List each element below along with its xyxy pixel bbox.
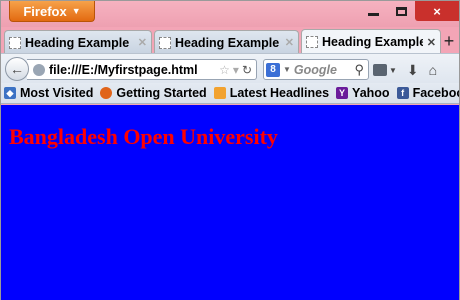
- page-content: Bangladesh Open University: [1, 105, 459, 300]
- tab-heading-example-3[interactable]: Heading Example ✕: [301, 29, 441, 54]
- close-icon[interactable]: ✕: [138, 36, 147, 49]
- search-engine-icon[interactable]: 8: [266, 62, 280, 77]
- maximize-icon: [395, 6, 407, 16]
- tab-strip: Heading Example ✕ Heading Example ✕ Head…: [1, 28, 459, 54]
- title-bar: Firefox ▼ ×: [1, 1, 459, 27]
- firefox-menu-label: Firefox: [23, 3, 67, 19]
- bookmarks-menu-icon[interactable]: [373, 64, 387, 76]
- firefox-menu-button[interactable]: Firefox ▼: [9, 1, 95, 22]
- download-icon[interactable]: ⬇: [407, 62, 419, 79]
- bookmark-star-icon[interactable]: ☆: [219, 63, 230, 77]
- firefox-icon: [100, 87, 113, 99]
- close-button[interactable]: ×: [415, 1, 459, 21]
- tab-heading-example-1[interactable]: Heading Example ✕: [4, 30, 152, 54]
- page-icon: [9, 36, 21, 49]
- reload-icon[interactable]: ↻: [242, 63, 252, 77]
- tab-label: Heading Example: [25, 35, 130, 50]
- bookmarks-toolbar: ◆ Most Visited Getting Started Latest He…: [1, 83, 459, 104]
- page-heading: Bangladesh Open University: [9, 124, 278, 149]
- chevron-down-icon: ▼: [389, 65, 397, 75]
- rss-icon: [213, 87, 226, 99]
- bookmark-getting-started[interactable]: Getting Started: [100, 86, 207, 100]
- tab-heading-example-2[interactable]: Heading Example ✕: [154, 30, 299, 54]
- bookmark-yahoo[interactable]: Y Yahoo: [336, 86, 390, 100]
- new-tab-button[interactable]: +: [441, 32, 457, 50]
- url-text: file:///E:/Myfirstpage.html: [49, 62, 198, 77]
- bookmark-most-visited[interactable]: ◆ Most Visited: [4, 86, 93, 100]
- bookmark-facebook[interactable]: f Facebook: [396, 86, 459, 100]
- tab-label: Heading Example: [175, 35, 280, 50]
- close-icon: ×: [433, 3, 441, 19]
- page-icon: [306, 36, 318, 48]
- bookmark-latest-headlines[interactable]: Latest Headlines: [213, 86, 330, 100]
- facebook-icon: f: [396, 87, 409, 99]
- nav-tools: ▼ ⬇ ⌂: [373, 60, 437, 80]
- bookmark-label: Yahoo: [352, 86, 390, 100]
- globe-icon: [33, 63, 45, 76]
- bookmark-label: Most Visited: [20, 86, 94, 100]
- maximize-button[interactable]: [387, 1, 415, 21]
- bookmark-label: Getting Started: [116, 86, 207, 100]
- close-icon[interactable]: ✕: [285, 36, 294, 49]
- chevron-down-icon: ▼: [71, 6, 81, 16]
- search-magnifier-icon[interactable]: ⚲: [354, 62, 364, 78]
- yahoo-icon: Y: [336, 87, 349, 99]
- history-dropdown-icon[interactable]: ▾: [233, 63, 239, 77]
- bookmark-label: Facebook: [412, 86, 459, 100]
- navigation-bar: file:///E:/Myfirstpage.html ☆ ▾ ↻ ← 8 ▼ …: [1, 53, 459, 83]
- most-visited-icon: ◆: [4, 87, 16, 99]
- home-icon[interactable]: ⌂: [429, 62, 437, 78]
- minimize-icon: [367, 12, 379, 16]
- back-arrow-icon: ←: [10, 61, 24, 77]
- back-button[interactable]: ←: [5, 57, 29, 81]
- minimize-button[interactable]: [359, 1, 387, 21]
- url-bar[interactable]: file:///E:/Myfirstpage.html ☆ ▾ ↻: [27, 59, 257, 80]
- browser-window: Firefox ▼ × Heading Example ✕ Heading Ex…: [0, 0, 460, 300]
- search-input[interactable]: Google: [294, 63, 355, 77]
- close-icon[interactable]: ✕: [427, 36, 436, 49]
- page-icon: [159, 36, 171, 49]
- chevron-down-icon: ▼: [283, 65, 291, 74]
- bookmark-label: Latest Headlines: [229, 86, 330, 100]
- tab-label: Heading Example: [322, 35, 423, 49]
- search-bar[interactable]: 8 ▼ Google ⚲: [263, 59, 369, 80]
- window-controls: ×: [359, 1, 459, 23]
